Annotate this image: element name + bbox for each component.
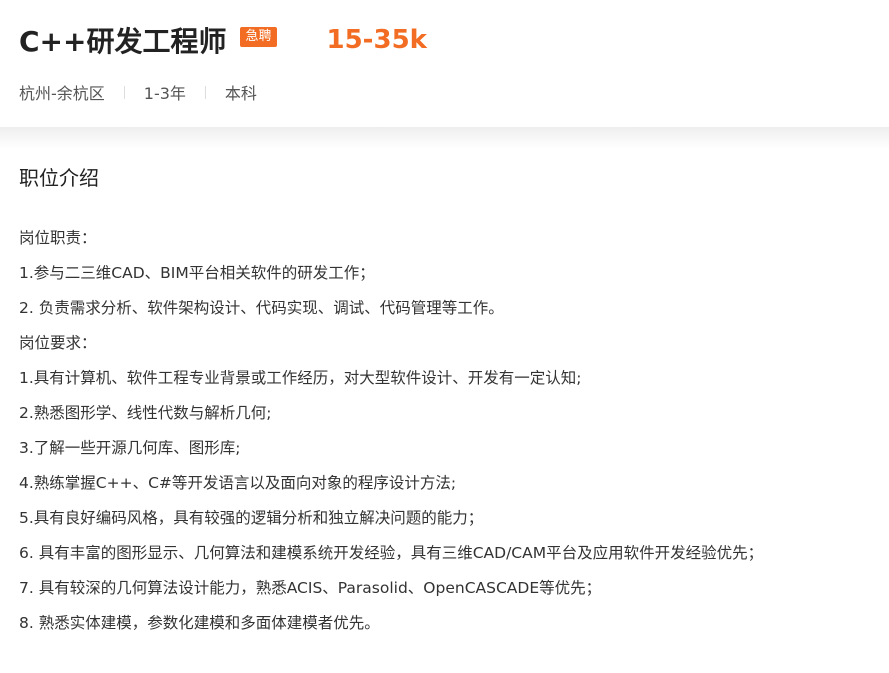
desc-line: 4.熟练掌握C++、C#等开发语言以及面向对象的程序设计方法; [19, 474, 457, 492]
desc-line: 2. 负责需求分析、软件架构设计、代码实现、调试、代码管理等工作。 [19, 299, 504, 317]
job-title: C++研发工程师 [19, 25, 227, 58]
meta-divider [204, 85, 206, 99]
desc-line: 1.具有计算机、软件工程专业背景或工作经历，对大型软件设计、开发有一定认知; [19, 369, 582, 387]
desc-line: 2.熟悉图形学、线性代数与解析几何; [19, 404, 272, 422]
desc-line: 8. 熟悉实体建模，参数化建模和多面体建模者优先。 [19, 614, 380, 632]
job-description: 岗位职责： 1.参与二三维CAD、BIM平台相关软件的研发工作； 2. 负责需求… [19, 221, 870, 641]
desc-line: 3.了解一些开源几何库、图形库; [19, 439, 241, 457]
salary-range: 15-35k [326, 25, 427, 55]
desc-line: 7. 具有较深的几何算法设计能力，熟悉ACIS、Parasolid、OpenCA… [19, 579, 602, 597]
desc-line: 1.参与二三维CAD、BIM平台相关软件的研发工作； [19, 264, 375, 282]
job-location: 杭州-余杭区 [19, 84, 105, 103]
section-title: 职位介绍 [19, 166, 99, 190]
job-header: C++研发工程师 急聘 15-35k 杭州-余杭区 1-3年 本科 [0, 0, 889, 127]
desc-line: 6. 具有丰富的图形显示、几何算法和建模系统开发经验，具有三维CAD/CAM平台… [19, 544, 764, 562]
desc-line: 岗位职责： [19, 229, 97, 247]
urgent-badge: 急聘 [240, 27, 277, 47]
job-experience: 1-3年 [143, 84, 186, 103]
job-education: 本科 [224, 84, 257, 103]
meta-divider [123, 85, 125, 99]
desc-line: 岗位要求： [19, 334, 97, 352]
desc-line: 5.具有良好编码风格，具有较强的逻辑分析和独立解决问题的能力； [19, 509, 484, 527]
job-title-row: C++研发工程师 急聘 15-35k [19, 20, 427, 60]
job-meta-row: 杭州-余杭区 1-3年 本科 [19, 80, 257, 104]
header-shadow-divider [0, 127, 889, 149]
job-description-section: 职位介绍 岗位职责： 1.参与二三维CAD、BIM平台相关软件的研发工作； 2.… [0, 163, 889, 641]
